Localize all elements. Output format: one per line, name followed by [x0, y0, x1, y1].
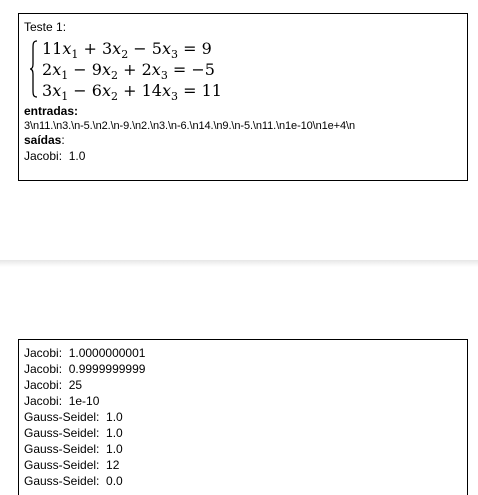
output-line: Jacobi: 0.9999999999 [24, 362, 146, 376]
equation-1: 11x1 + 3x2 − 5x3 = 9 [42, 39, 212, 62]
test-title: Teste 1: [24, 20, 67, 34]
left-brace-icon [30, 40, 38, 98]
equation-system: 11x1 + 3x2 − 5x3 = 9 2x1 − 9x2 + 2x3 = −… [30, 38, 462, 104]
output-line: Gauss-Seidel: 0.0 [24, 474, 123, 488]
inputs-value: 3\n11.\n3.\n-5.\n2.\n-9.\n2.\n3.\n-6.\n1… [24, 120, 355, 132]
outputs-label: saídas: [24, 133, 65, 147]
equation-2: 2x1 − 9x2 + 2x3 = −5 [42, 60, 215, 83]
output-line: Gauss-Seidel: 12 [24, 458, 120, 472]
output-line: Gauss-Seidel: 1.0 [24, 410, 123, 424]
equation-3: 3x1 − 6x2 + 14x3 = 11 [42, 81, 222, 104]
output-line: Gauss-Seidel: 1.0 [24, 442, 123, 456]
page: Teste 1: 11x1 + 3x2 − 5x3 = 9 2x1 − 9x2 … [0, 0, 478, 495]
test-card-bottom: Jacobi: 1.0000000001 Jacobi: 0.999999999… [18, 339, 468, 495]
output-line: Jacobi: 1.0 [24, 149, 86, 163]
page-divider [0, 260, 478, 267]
test-card-top: Teste 1: 11x1 + 3x2 − 5x3 = 9 2x1 − 9x2 … [18, 13, 468, 181]
output-line: Gauss-Seidel: 1.0 [24, 426, 123, 440]
output-line: Jacobi: 1e-10 [24, 394, 100, 408]
equation-list: 11x1 + 3x2 − 5x3 = 9 2x1 − 9x2 + 2x3 = −… [42, 38, 222, 104]
output-line: Jacobi: 25 [24, 378, 83, 392]
output-line: Jacobi: 1.0000000001 [24, 346, 146, 360]
inputs-label: entradas: [24, 104, 79, 118]
